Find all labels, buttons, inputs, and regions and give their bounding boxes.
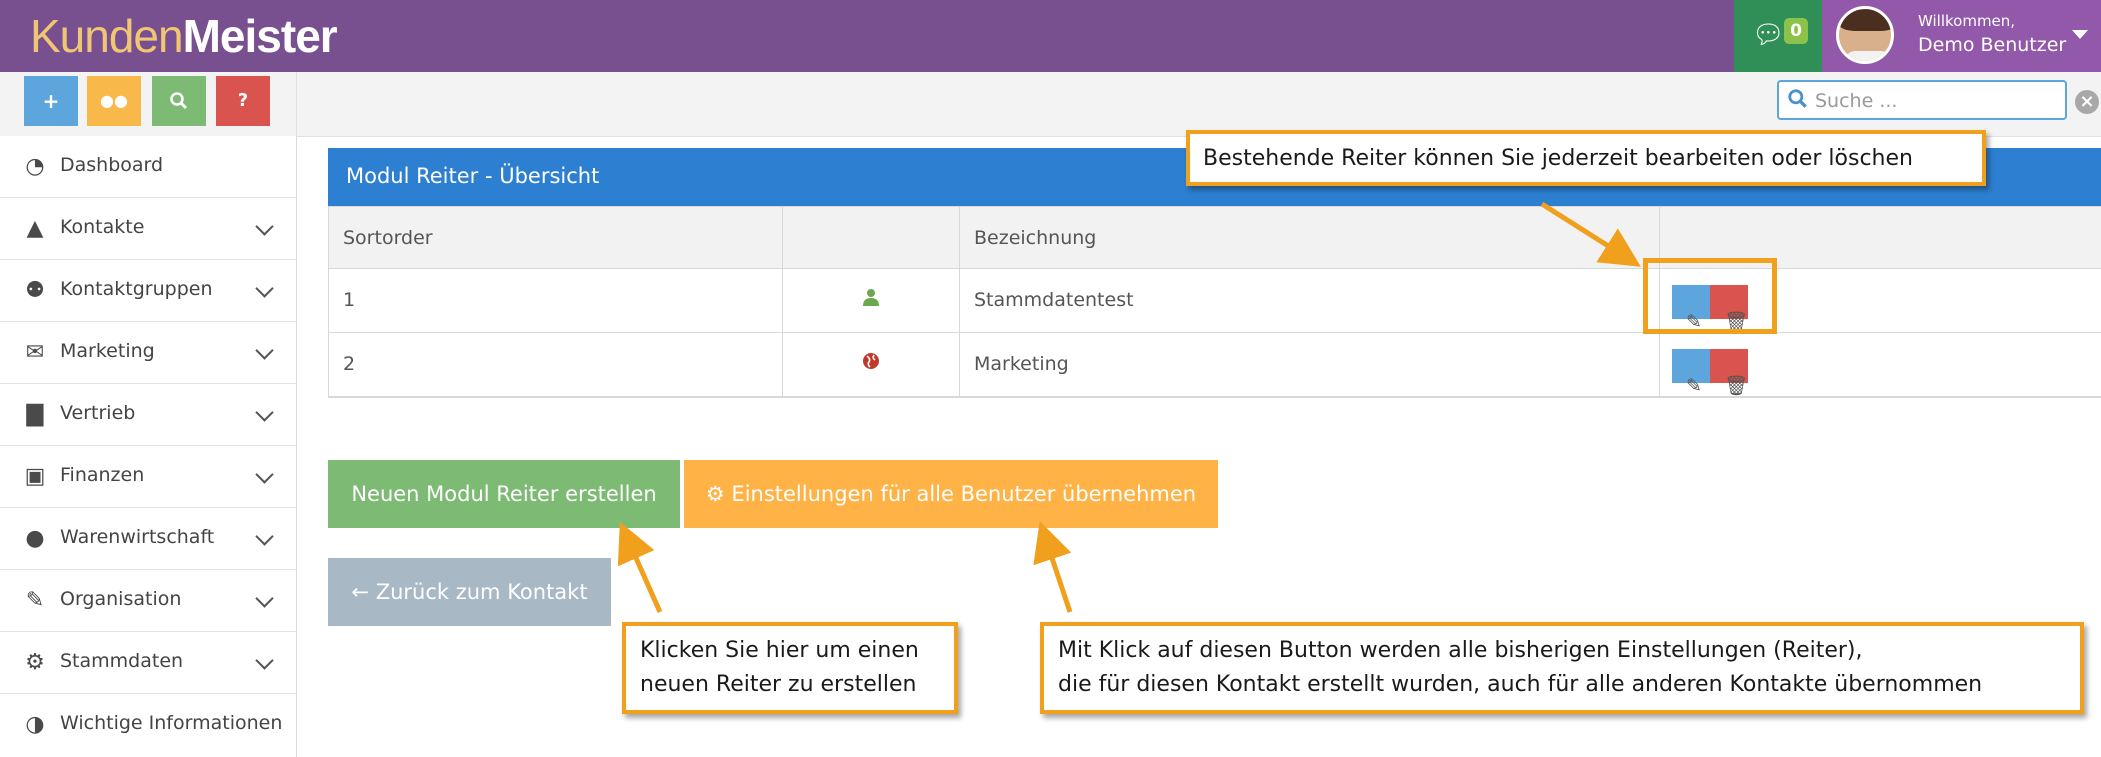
user-icon: ▲ xyxy=(26,216,44,241)
globe-icon xyxy=(783,351,959,375)
sidebar-item-organisation[interactable]: ✎ Organisation xyxy=(0,570,296,632)
app-logo[interactable]: KundenMeister xyxy=(30,6,338,66)
sidebar-item-label: Finanzen xyxy=(60,464,145,486)
panel-title: Modul Reiter - Übersicht xyxy=(346,164,600,188)
icon-cell xyxy=(783,333,960,397)
sidebar-item-label: Vertrieb xyxy=(60,402,136,424)
sidebar-item-label: Organisation xyxy=(60,588,182,610)
new-tab-button[interactable]: Neuen Modul Reiter erstellen xyxy=(328,460,680,528)
tabs-table: Sortorder Bezeichnung 1 Stammdatentest ✎… xyxy=(328,206,2101,398)
delete-button[interactable]: 🗑︎ xyxy=(1710,349,1748,397)
edit-icon: ✎ xyxy=(1686,375,1702,397)
sortorder-cell: 2 xyxy=(343,353,356,375)
envelope-icon: ✉ xyxy=(25,340,45,365)
edit-icon: ✎ xyxy=(25,588,45,613)
sidebar-item-finanzen[interactable]: ▣ Finanzen xyxy=(0,446,296,508)
column-header-icon xyxy=(783,207,960,269)
sidebar-item-marketing[interactable]: ✉ Marketing xyxy=(0,322,296,384)
message-count-badge: 0 xyxy=(1784,18,1808,44)
sidebar-item-kontaktgruppen[interactable]: ⚉ Kontaktgruppen xyxy=(0,260,296,322)
column-header-sortorder[interactable]: Sortorder xyxy=(329,207,783,269)
edit-button[interactable]: ✎ xyxy=(1672,349,1710,397)
search-button[interactable] xyxy=(152,76,206,126)
search-box[interactable] xyxy=(1777,80,2067,120)
chevron-down-icon xyxy=(255,403,274,422)
sidebar-item-dashboard[interactable]: ◔ Dashboard xyxy=(0,136,296,198)
comment-icon: 💬︎ xyxy=(1752,20,1786,50)
sidebar-item-warenwirtschaft[interactable]: ● Warenwirtschaft xyxy=(0,508,296,570)
sidebar: ◔ Dashboard ▲ Kontakte ⚉ Kontaktgruppen … xyxy=(0,136,297,757)
chevron-down-icon xyxy=(255,279,274,298)
actions-cell: ✎ 🗑︎ xyxy=(1660,333,2101,397)
chevron-down-icon xyxy=(255,341,274,360)
money-icon: ▣ xyxy=(24,464,46,489)
welcome-text: Willkommen, xyxy=(1918,12,2016,30)
search-icon xyxy=(170,92,188,110)
globe-icon: ● xyxy=(25,526,45,551)
callout-apply-all: Mit Klick auf diesen Button werden alle … xyxy=(1040,622,2084,714)
table-row: 2 xyxy=(329,333,783,397)
sidebar-item-label: Kontaktgruppen xyxy=(60,278,213,300)
search-icon xyxy=(1788,89,1807,108)
users-icon: ⚉ xyxy=(25,278,45,303)
clear-search-icon[interactable]: × xyxy=(2075,90,2099,114)
highlight-box xyxy=(1643,258,1777,334)
sidebar-item-vertrieb[interactable]: ▇ Vertrieb xyxy=(0,384,296,446)
sidebar-item-label: Marketing xyxy=(60,340,155,362)
chevron-down-icon xyxy=(255,217,274,236)
messages-button[interactable]: 💬︎ 0 xyxy=(1734,0,1822,72)
chevron-down-icon xyxy=(255,527,274,546)
sidebar-item-wichtige-informationen[interactable]: ◑ Wichtige Informationen xyxy=(0,694,296,756)
caret-down-icon[interactable] xyxy=(2072,30,2088,39)
help-button[interactable]: ? xyxy=(216,76,270,126)
callout-new-tab: Klicken Sie hier um einen neuen Reiter z… xyxy=(622,622,958,714)
add-button[interactable]: + xyxy=(24,76,78,126)
chevron-down-icon xyxy=(255,465,274,484)
apply-all-button[interactable]: ⚙ Einstellungen für alle Benutzer überne… xyxy=(684,460,1218,528)
name-cell: Marketing xyxy=(960,333,1660,397)
arrow-left-icon: ← xyxy=(351,580,370,604)
user-icon xyxy=(783,287,959,311)
comments-button[interactable]: ●● xyxy=(87,76,141,126)
callout-edit-delete: Bestehende Reiter können Sie jederzeit b… xyxy=(1186,130,1986,186)
quick-actions: + ●● ? xyxy=(0,72,297,136)
back-button[interactable]: ← Zurück zum Kontakt xyxy=(328,558,611,626)
bar-chart-icon: ▇ xyxy=(26,402,44,427)
search-input[interactable] xyxy=(1813,88,2057,114)
table-row: 1 xyxy=(329,269,783,333)
sortorder-cell: 1 xyxy=(343,289,356,311)
sidebar-item-label: Warenwirtschaft xyxy=(60,526,215,548)
chevron-down-icon xyxy=(255,589,274,608)
chevron-down-icon xyxy=(255,651,274,670)
name-cell: Stammdatentest xyxy=(960,269,1660,333)
sidebar-item-label: Kontakte xyxy=(60,216,145,238)
trash-icon: 🗑︎ xyxy=(1724,375,1749,397)
sidebar-item-label: Wichtige Informationen xyxy=(60,712,283,734)
top-bar: KundenMeister 💬︎ 0 Willkommen, Demo Benu… xyxy=(0,0,2101,72)
user-name: Demo Benutzer xyxy=(1918,34,2067,56)
cogs-icon: ⚙ xyxy=(705,482,725,506)
sidebar-item-stammdaten[interactable]: ⚙ Stammdaten xyxy=(0,632,296,694)
avatar xyxy=(1836,6,1894,64)
user-menu[interactable]: Willkommen, Demo Benutzer xyxy=(1822,0,2101,72)
sidebar-item-label: Stammdaten xyxy=(60,650,184,672)
adjust-icon: ◑ xyxy=(25,712,45,737)
sidebar-item-label: Dashboard xyxy=(60,154,164,176)
dashboard-icon: ◔ xyxy=(25,154,45,179)
column-header-bezeichnung[interactable]: Bezeichnung xyxy=(960,207,1660,269)
icon-cell xyxy=(783,269,960,333)
sidebar-item-kontakte[interactable]: ▲ Kontakte xyxy=(0,198,296,260)
cogs-icon: ⚙ xyxy=(25,650,45,675)
